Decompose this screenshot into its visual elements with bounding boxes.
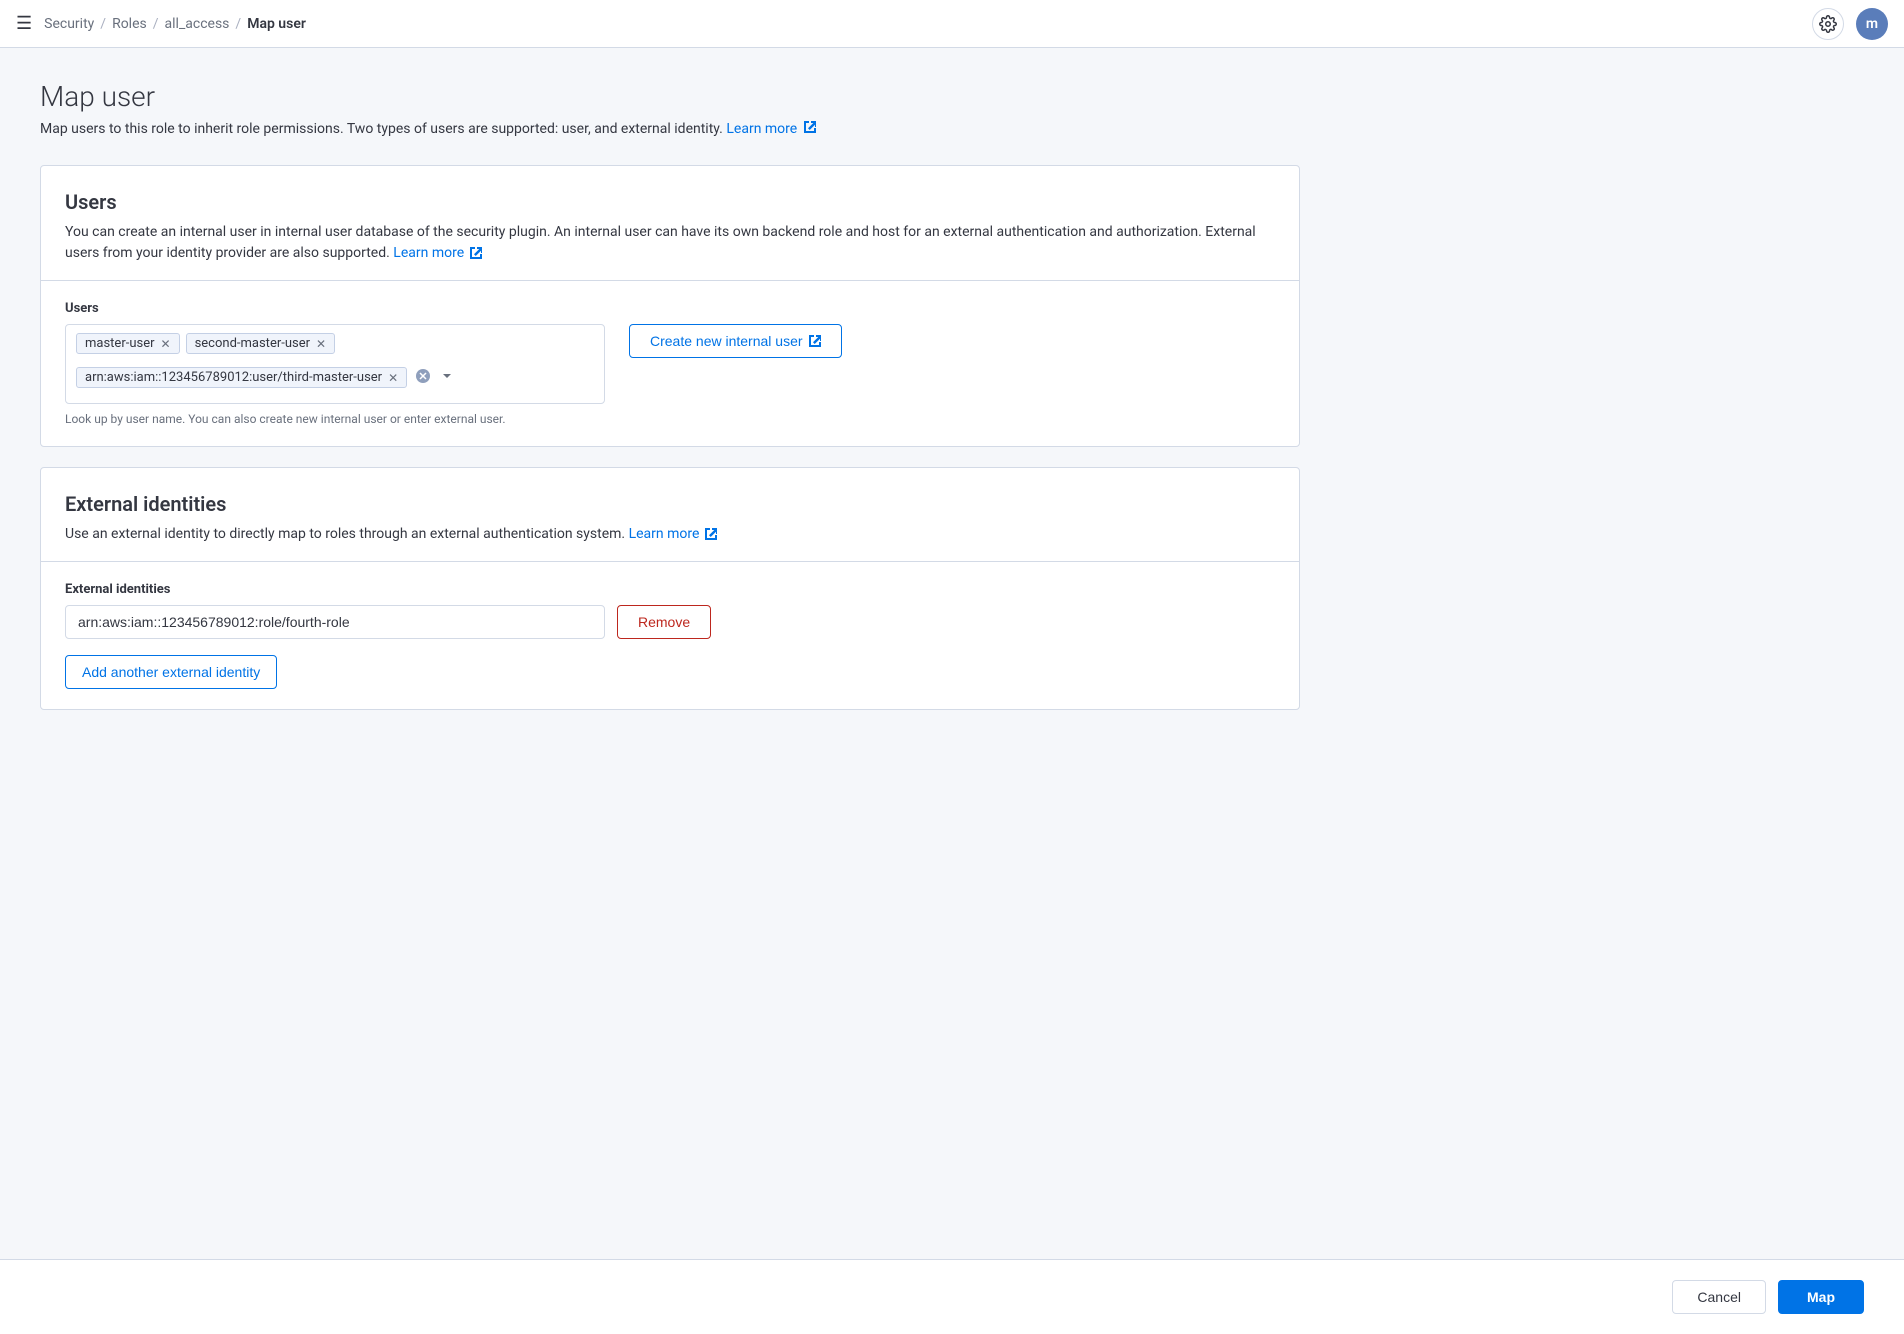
users-input-area: master-user ✕ second-master-user ✕ arn:a… <box>65 324 605 426</box>
breadcrumb-security[interactable]: Security <box>44 16 94 32</box>
external-identities-divider <box>41 561 1299 562</box>
breadcrumb: Security / Roles / all_access / Map user <box>44 16 306 32</box>
tag-remove-master-user[interactable]: ✕ <box>161 338 171 350</box>
users-field-label: Users <box>65 301 1275 316</box>
remove-external-identity-button[interactable]: Remove <box>617 605 711 639</box>
page-learn-more-link[interactable]: Learn more <box>726 121 815 137</box>
map-button[interactable]: Map <box>1778 1280 1864 1314</box>
page-external-link-icon <box>804 121 816 136</box>
page-description: Map users to this role to inherit role p… <box>40 121 1300 137</box>
users-card-description: You can create an internal user in inter… <box>65 222 1275 264</box>
tag-label: arn:aws:iam::123456789012:user/third-mas… <box>85 370 382 385</box>
add-another-external-identity-button[interactable]: Add another external identity <box>65 655 277 689</box>
external-identities-field-label: External identities <box>65 582 1275 597</box>
tag-label: second-master-user <box>195 336 310 351</box>
users-card-divider <box>41 280 1299 281</box>
cancel-button[interactable]: Cancel <box>1672 1280 1766 1314</box>
users-card-title: Users <box>65 190 1275 214</box>
external-identities-card: External identities Use an external iden… <box>40 467 1300 710</box>
avatar[interactable]: m <box>1856 8 1888 40</box>
breadcrumb-sep-2: / <box>153 16 159 32</box>
add-external-identity-label: Add another external identity <box>82 664 260 680</box>
external-identity-row: Remove <box>65 605 1275 639</box>
create-internal-user-label: Create new internal user <box>650 333 803 349</box>
external-identities-learn-more-link[interactable]: Learn more <box>629 526 717 542</box>
users-dropdown-button[interactable] <box>439 368 455 387</box>
tag-label: master-user <box>85 336 155 351</box>
users-card: Users You can create an internal user in… <box>40 165 1300 447</box>
users-external-link-icon <box>468 245 482 261</box>
external-identity-input[interactable] <box>65 605 605 639</box>
users-learn-more-link[interactable]: Learn more <box>393 245 481 261</box>
users-field-hint: Look up by user name. You can also creat… <box>65 412 605 426</box>
settings-icon[interactable] <box>1812 8 1844 40</box>
users-row: master-user ✕ second-master-user ✕ arn:a… <box>65 324 1275 426</box>
create-new-internal-user-button[interactable]: Create new internal user <box>629 324 842 358</box>
breadcrumb-roles[interactable]: Roles <box>112 16 147 32</box>
footer-actions: Cancel Map <box>0 1259 1904 1334</box>
breadcrumb-sep-3: / <box>235 16 241 32</box>
page-title: Map user <box>40 80 1300 113</box>
tag-remove-third-master-user[interactable]: ✕ <box>388 372 398 384</box>
main-content: Map user Map users to this role to inher… <box>0 48 1340 762</box>
breadcrumb-all-access[interactable]: all_access <box>165 16 230 32</box>
users-tags-input[interactable]: master-user ✕ second-master-user ✕ arn:a… <box>65 324 605 404</box>
tag-second-master-user: second-master-user ✕ <box>186 333 336 354</box>
tag-remove-second-master-user[interactable]: ✕ <box>316 338 326 350</box>
tag-third-master-user: arn:aws:iam::123456789012:user/third-mas… <box>76 367 407 388</box>
hamburger-icon[interactable]: ☰ <box>16 13 32 34</box>
external-link-icon <box>703 526 717 542</box>
external-identities-description: Use an external identity to directly map… <box>65 524 1275 545</box>
tag-row-third: arn:aws:iam::123456789012:user/third-mas… <box>76 366 594 390</box>
top-navigation: ☰ Security / Roles / all_access / Map us… <box>0 0 1904 48</box>
clear-all-button[interactable] <box>413 366 433 390</box>
nav-left: ☰ Security / Roles / all_access / Map us… <box>16 13 306 34</box>
breadcrumb-sep-1: / <box>100 16 106 32</box>
breadcrumb-current: Map user <box>247 16 306 32</box>
external-identities-title: External identities <box>65 492 1275 516</box>
tag-master-user: master-user ✕ <box>76 333 180 354</box>
nav-right: m <box>1812 8 1888 40</box>
